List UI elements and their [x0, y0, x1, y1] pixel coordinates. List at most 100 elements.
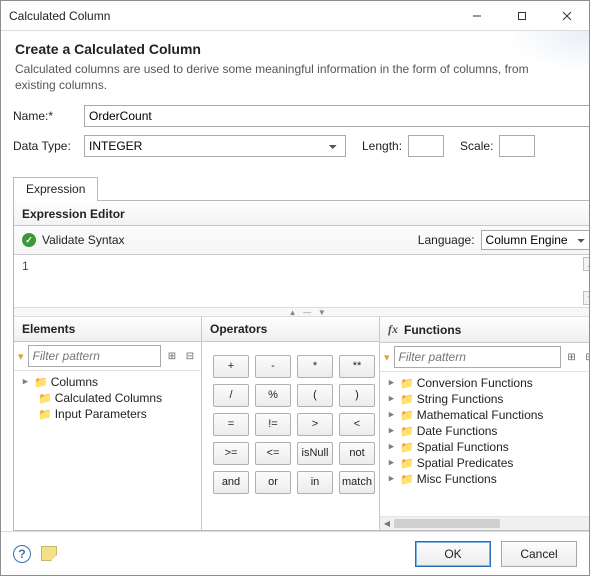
operator-button[interactable]: * [297, 355, 333, 378]
dialog-header: Create a Calculated Column Calculated co… [1, 31, 589, 99]
form-area: Name:* Data Type: INTEGER Length: Scale:… [1, 99, 589, 531]
datatype-row: Data Type: INTEGER Length: Scale: [13, 135, 589, 157]
folder-icon: 📁 [400, 393, 414, 406]
tree-node-input-parameters[interactable]: 📁 Input Parameters [16, 406, 199, 422]
cancel-button[interactable]: Cancel [501, 541, 577, 567]
editor-scroll-up[interactable]: ▲ [583, 257, 589, 271]
cancel-button-label: Cancel [520, 547, 557, 561]
titlebar: Calculated Column [1, 1, 589, 31]
folder-icon: 📁 [34, 376, 48, 389]
operator-button[interactable]: >= [213, 442, 249, 465]
scale-input[interactable] [499, 135, 535, 157]
editor-scroll-down[interactable]: ▼ [583, 291, 589, 305]
operator-button[interactable]: or [255, 471, 291, 494]
operator-button[interactable]: - [255, 355, 291, 378]
function-category[interactable]: ▶📁Misc Functions [382, 471, 589, 487]
folder-icon: 📁 [400, 425, 414, 438]
twisty-icon: ▶ [386, 442, 397, 452]
function-category[interactable]: ▶📁Spatial Predicates [382, 455, 589, 471]
operator-button[interactable]: > [297, 413, 333, 436]
language-label: Language: [418, 233, 475, 247]
tree-label: Spatial Predicates [417, 456, 514, 470]
datatype-select[interactable]: INTEGER [84, 135, 346, 157]
close-button[interactable] [544, 1, 589, 30]
operator-button[interactable]: match [339, 471, 375, 494]
maximize-button[interactable] [499, 1, 544, 30]
folder-icon: 📁 [400, 377, 414, 390]
functions-filter-input[interactable] [394, 346, 561, 368]
tree-label: Misc Functions [417, 472, 497, 486]
operator-button[interactable]: = [213, 413, 249, 436]
tree-label: Date Functions [417, 424, 498, 438]
twisty-icon: ▶ [386, 394, 397, 404]
ok-button[interactable]: OK [415, 541, 491, 567]
operator-button[interactable]: and [213, 471, 249, 494]
function-category[interactable]: ▶📁Conversion Functions [382, 375, 589, 391]
dialog-heading: Create a Calculated Column [15, 41, 575, 57]
name-label: Name:* [13, 109, 78, 123]
function-category[interactable]: ▶📁Date Functions [382, 423, 589, 439]
tab-expression[interactable]: Expression [13, 177, 98, 201]
operator-button[interactable]: isNull [297, 442, 333, 465]
functions-section: fx Functions ▾ ⊞ ⊟ ▶📁Conversion Function… [380, 317, 589, 530]
function-category[interactable]: ▶📁String Functions [382, 391, 589, 407]
filter-icon: ▾ [384, 351, 390, 364]
expand-all-icon[interactable]: ⊞ [565, 350, 579, 364]
operators-section: Operators +-***/%()=!=><>=<=isNullnotand… [202, 317, 380, 530]
operator-button[interactable]: != [255, 413, 291, 436]
sticky-note-button[interactable] [41, 546, 57, 561]
function-category[interactable]: ▶📁Mathematical Functions [382, 407, 589, 423]
operator-button[interactable]: ** [339, 355, 375, 378]
elements-section: Elements ▾ ⊞ ⊟ ▶ 📁 Columns [14, 317, 202, 530]
help-button[interactable]: ? [13, 545, 31, 563]
collapse-all-icon[interactable]: ⊟ [583, 350, 589, 364]
operator-button[interactable]: / [213, 384, 249, 407]
language-select[interactable]: Column Engine [481, 230, 589, 250]
expression-textarea[interactable]: 1 [14, 255, 589, 307]
operator-button[interactable]: < [339, 413, 375, 436]
operator-button[interactable]: not [339, 442, 375, 465]
twisty-icon: ▶ [386, 426, 397, 436]
expression-editor: 1 ▲ ▼ [14, 255, 589, 307]
twisty-icon: ▶ [386, 410, 397, 420]
length-input[interactable] [408, 135, 444, 157]
function-category[interactable]: ▶📁Spatial Functions [382, 439, 589, 455]
validate-syntax-link[interactable]: Validate Syntax [42, 233, 125, 247]
tree-node-calculated-columns[interactable]: 📁 Calculated Columns [16, 390, 199, 406]
tree-label: Columns [51, 375, 98, 389]
functions-hscrollbar[interactable]: ◀ ▶ [380, 516, 589, 530]
elements-filter-input[interactable] [28, 345, 161, 367]
tree-label: String Functions [417, 392, 504, 406]
operator-button[interactable]: + [213, 355, 249, 378]
operator-button[interactable]: <= [255, 442, 291, 465]
horizontal-splitter[interactable]: ▲ — ▼ [14, 307, 589, 317]
folder-icon: 📁 [38, 408, 52, 421]
button-bar: ? OK Cancel [1, 531, 589, 575]
minimize-button[interactable] [454, 1, 499, 30]
ok-button-label: OK [444, 547, 461, 561]
name-input[interactable] [84, 105, 589, 127]
operator-button[interactable]: in [297, 471, 333, 494]
expand-all-icon[interactable]: ⊞ [165, 349, 179, 363]
datatype-label: Data Type: [13, 139, 78, 153]
collapse-all-icon[interactable]: ⊟ [183, 349, 197, 363]
dialog-description: Calculated columns are used to derive so… [15, 61, 555, 93]
elements-title: Elements [14, 317, 201, 342]
close-icon [562, 11, 572, 21]
scale-label: Scale: [460, 139, 493, 153]
operator-button[interactable]: % [255, 384, 291, 407]
scroll-right-icon[interactable]: ▶ [587, 517, 589, 530]
name-row: Name:* [13, 105, 589, 127]
hscroll-thumb[interactable] [394, 519, 500, 528]
expression-toolbar: ✓ Validate Syntax Language: Column Engin… [14, 226, 589, 255]
folder-icon: 📁 [38, 392, 52, 405]
operators-grid: +-***/%()=!=><>=<=isNullnotandorinmatch [202, 342, 379, 530]
tree-node-columns[interactable]: ▶ 📁 Columns [16, 374, 199, 390]
tree-label: Conversion Functions [417, 376, 533, 390]
operator-button[interactable]: ( [297, 384, 333, 407]
twisty-icon: ▶ [386, 458, 397, 468]
scroll-left-icon[interactable]: ◀ [380, 517, 394, 530]
folder-icon: 📁 [400, 457, 414, 470]
fx-icon: fx [388, 322, 398, 337]
operator-button[interactable]: ) [339, 384, 375, 407]
